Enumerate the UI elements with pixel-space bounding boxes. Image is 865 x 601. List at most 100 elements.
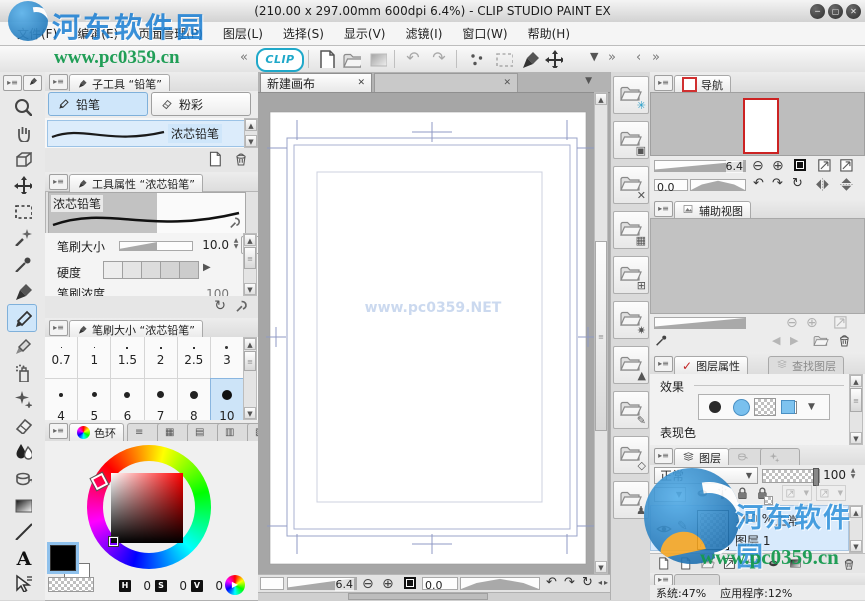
tool-zoom[interactable] (8, 94, 36, 120)
scroll-down-icon[interactable]: ▼ (850, 432, 862, 444)
nav-actual-size-icon[interactable] (816, 157, 833, 177)
tool-eyedropper[interactable] (8, 250, 36, 276)
collapse-icon[interactable]: « (240, 51, 248, 64)
nav-fit-icon[interactable] (794, 159, 806, 171)
layer-extra-tab-2[interactable] (760, 448, 800, 466)
new-subtool-icon[interactable] (206, 150, 224, 171)
subtool-scrollbar[interactable]: ▲ ▼ (244, 118, 258, 148)
material-folder-frame-template[interactable]: ⊞ (613, 256, 649, 294)
opacity-slider[interactable] (762, 469, 820, 483)
tool-brush[interactable] (8, 332, 36, 358)
subview-trash-icon[interactable] (836, 332, 853, 352)
sv-square[interactable] (111, 473, 183, 543)
effect-screen-tone-icon[interactable] (754, 398, 776, 416)
rotate-left-icon[interactable]: ↶ (546, 576, 557, 589)
deselect-button[interactable] (464, 48, 486, 70)
subtool-tab-pastel[interactable]: 粉彩 (151, 92, 251, 116)
hardness-selector[interactable] (103, 261, 199, 279)
nav-reset-rotation-icon[interactable]: ↻ (792, 177, 803, 190)
subview-tab[interactable]: 辅助视图 (674, 201, 751, 219)
settings-wrench-icon[interactable] (234, 298, 250, 317)
color-mode-toggle-icon[interactable]: ▶ (225, 575, 245, 595)
tool-panel-tab-icon[interactable] (23, 75, 42, 91)
menu-help[interactable]: 帮助(H) (519, 23, 579, 44)
menu-window[interactable]: 窗口(W) (453, 23, 516, 44)
subtool-menu-icon[interactable]: ▸≡ (49, 74, 68, 90)
nav-rotate-left-icon[interactable]: ↶ (753, 177, 764, 190)
scroll-up-icon[interactable]: ▲ (850, 375, 862, 387)
transform-button[interactable] (542, 48, 564, 70)
nav-rotate-right-icon[interactable]: ↷ (772, 177, 783, 190)
redo-icon[interactable]: ↷ (428, 48, 450, 70)
layer-tab-active[interactable]: 图层 (674, 448, 729, 466)
tool-pencil-selected[interactable] (7, 304, 37, 332)
subtool-tab-pencil[interactable]: 铅笔 (48, 92, 148, 116)
color-menu-icon[interactable]: ▸≡ (49, 423, 68, 439)
brush-size-spinner[interactable]: ▲▼ (231, 238, 241, 250)
canvas-vscrollbar[interactable]: ▲ ≡ ▼ (594, 92, 608, 574)
scroll-up-icon[interactable]: ▲ (245, 119, 257, 131)
scroll-right-icon[interactable]: ▸ (604, 579, 608, 587)
toolbar-dropdown-icon[interactable]: ▼ (590, 51, 598, 62)
canvas-zoom-slider[interactable]: 6.4 (287, 577, 357, 590)
scroll-down-icon[interactable]: ▼ (244, 407, 256, 419)
minimize-button[interactable]: ─ (810, 4, 825, 19)
tab-close-icon[interactable]: ✕ (357, 79, 365, 88)
tool-airbrush[interactable] (8, 360, 36, 386)
transparent-color-swatch[interactable] (48, 577, 94, 592)
open-file-button[interactable] (340, 48, 362, 70)
brushsize-cell[interactable]: 2 (145, 337, 178, 379)
subview-open-folder-icon[interactable] (812, 332, 829, 352)
subtool-panel-tab[interactable]: 子工具 “铅笔” (69, 74, 170, 92)
undo-icon[interactable]: ↶ (402, 48, 424, 70)
menu-layer[interactable]: 图层(L) (214, 23, 272, 44)
nav-flip-vertical-icon[interactable] (838, 176, 855, 196)
canvas-rotation-slider[interactable] (460, 577, 540, 590)
navigator-preview[interactable] (650, 92, 865, 156)
subtool-item-selected[interactable]: 浓芯铅笔 (47, 120, 245, 147)
new-layer-icon[interactable] (656, 556, 671, 574)
new-file-button[interactable] (314, 48, 336, 70)
navigator-zoom-slider[interactable]: 6.4 (654, 160, 746, 172)
toolbar-expand-icon[interactable]: » (608, 51, 616, 64)
clip-studio-button[interactable]: CLIP (256, 48, 304, 72)
toolprop-scrollbar[interactable]: ▲ ≡ ▼ (243, 233, 257, 296)
delete-subtool-trash-icon[interactable] (232, 150, 250, 171)
material-folder-color-pattern[interactable]: ✳ (613, 76, 649, 114)
selection-border-button[interactable] (492, 48, 514, 70)
material-folder-tone[interactable]: ▦ (613, 211, 649, 249)
scroll-up-icon[interactable]: ▲ (244, 234, 256, 246)
hue-marker[interactable] (91, 473, 109, 491)
nav-print-size-icon[interactable] (838, 157, 855, 177)
navigator-menu-icon[interactable]: ▸≡ (654, 75, 673, 91)
effect-border-icon[interactable] (702, 396, 728, 418)
dock-expand-icon[interactable]: » (652, 51, 660, 64)
menu-view[interactable]: 显示(V) (335, 23, 395, 44)
brushsize-cell[interactable]: 4 (45, 379, 78, 420)
brushsize-cell[interactable]: 6 (111, 379, 144, 420)
material-folder-monochrome[interactable]: ▣ (613, 121, 649, 159)
canvas-viewport[interactable]: www.pc0359.NET (258, 92, 594, 574)
brushsize-menu-icon[interactable]: ▸≡ (49, 320, 68, 336)
toolprop-menu-icon[interactable]: ▸≡ (49, 174, 68, 190)
menu-filter[interactable]: 滤镜(I) (396, 23, 451, 44)
document-tab-inactive[interactable]: ✕ (374, 73, 518, 92)
brushsize-cell[interactable]: 5 (78, 379, 111, 420)
reset-settings-icon[interactable]: ↻ (214, 299, 226, 313)
search-layer-tab[interactable]: 查找图层 (768, 356, 844, 374)
tool-pen[interactable] (8, 278, 36, 304)
effect-dropdown-icon[interactable]: ▼ (808, 403, 815, 412)
scroll-up-icon[interactable]: ▲ (244, 338, 256, 350)
material-folder-image[interactable]: ▲ (613, 346, 649, 384)
save-button[interactable] (366, 48, 388, 70)
brushsize-cell[interactable]: 7 (145, 379, 178, 420)
tool-gradient[interactable] (8, 492, 36, 518)
navigator-rotation-slider[interactable] (690, 179, 746, 191)
tool-panel-menu-icon[interactable]: ▸≡ (3, 75, 22, 91)
tool-text[interactable] (8, 544, 36, 570)
tool-operation-3d[interactable] (8, 146, 36, 172)
brushsize-cell[interactable]: 2.5 (178, 337, 211, 379)
navigator-tab[interactable]: 导航 (674, 75, 731, 93)
document-tab-active[interactable]: 新建画布 ✕ (260, 73, 372, 92)
subview-fit-icon[interactable] (832, 314, 849, 334)
